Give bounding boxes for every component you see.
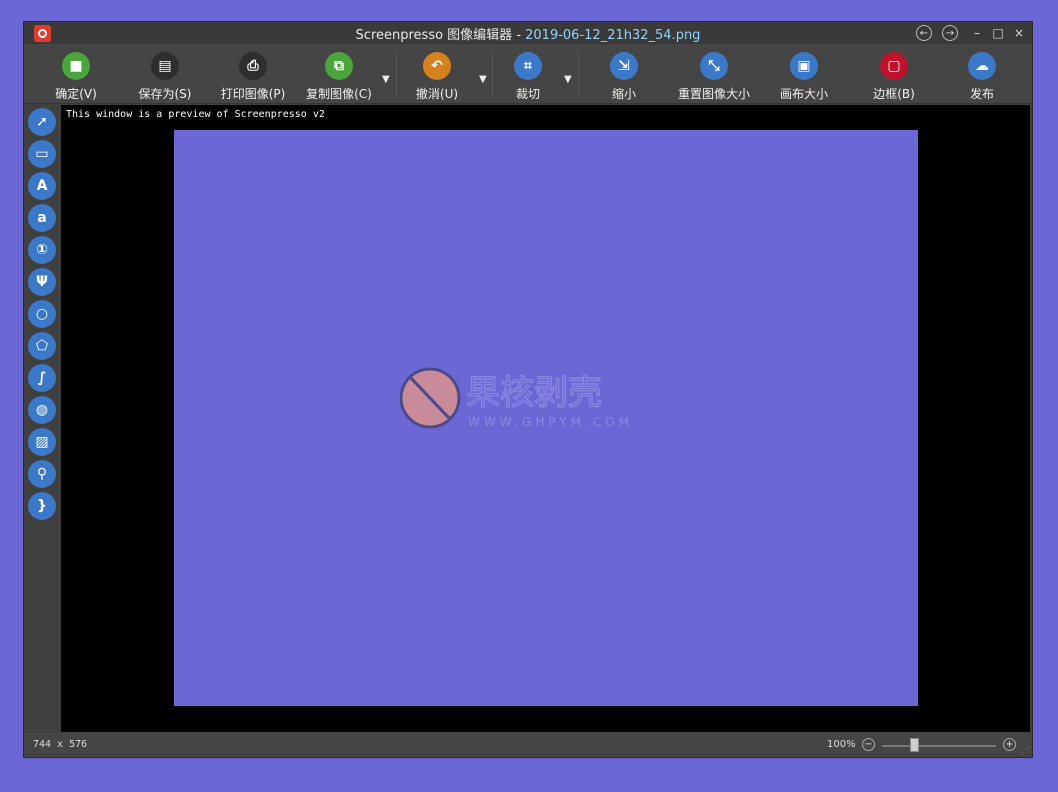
resize-grip-icon[interactable]: ⋰ xyxy=(1022,745,1030,754)
copy-image-button[interactable]: ⧉ 复制图像(C) xyxy=(294,44,384,102)
editor-window: Screenpresso 图像编辑器 - 2019-06-12_21h32_54… xyxy=(23,21,1033,758)
crop-icon: ⌗ xyxy=(514,52,542,80)
border-label: 边框(B) xyxy=(873,87,915,101)
window-title: Screenpresso 图像编辑器 - 2019-06-12_21h32_54… xyxy=(24,24,1032,43)
status-bar: 744 x 576 100% − + ⋰ xyxy=(24,733,1032,757)
confirm-button[interactable]: ■ 确定(V) xyxy=(31,44,121,102)
image-icon[interactable]: ▨ xyxy=(28,428,56,456)
copy-image-label: 复制图像(C) xyxy=(306,87,372,101)
resize-icon: ⤡ xyxy=(700,52,728,80)
magnifier-icon[interactable]: ⚲ xyxy=(28,460,56,488)
image-dimensions: 744 x 576 xyxy=(33,739,88,750)
brace-icon[interactable]: } xyxy=(28,492,56,520)
save-as-label: 保存为(S) xyxy=(138,87,192,101)
crop-dropdown-arrow-icon[interactable]: ▼ xyxy=(564,74,572,85)
canvas-size-label: 画布大小 xyxy=(779,87,828,101)
zoom-in-icon[interactable]: + xyxy=(1003,738,1016,751)
resize-image-label: 重置图像大小 xyxy=(677,87,750,101)
numbering-icon[interactable]: ① xyxy=(28,236,56,264)
edited-image[interactable]: 果核剥壳 WWW.GHPYM.COM xyxy=(174,130,918,706)
close-button[interactable]: × xyxy=(1011,25,1027,41)
shrink-icon: ⇲ xyxy=(610,52,638,80)
shrink-label: 缩小 xyxy=(611,87,636,101)
shrink-button[interactable]: ⇲ 缩小 xyxy=(579,44,669,102)
freehand-icon[interactable]: ∫ xyxy=(28,364,56,392)
watermark-logo-icon: 果核剥壳 WWW.GHPYM.COM xyxy=(400,367,633,429)
blur-icon[interactable]: ◍ xyxy=(28,396,56,424)
publish-button[interactable]: ☁ 发布 xyxy=(937,44,1027,102)
preview-notice: This window is a preview of Screenpresso… xyxy=(66,109,325,120)
print-button[interactable]: ⎙ 打印图像(P) xyxy=(208,44,298,102)
polygon-icon[interactable]: ⬠ xyxy=(28,332,56,360)
publish-label: 发布 xyxy=(969,87,994,101)
watermark-chars: 果核剥壳 xyxy=(466,373,602,413)
crop-button[interactable]: ⌗ 裁切 xyxy=(483,44,573,102)
back-icon[interactable]: ← xyxy=(916,25,932,41)
arrow-icon[interactable]: ➚ xyxy=(28,108,56,136)
confirm-label: 确定(V) xyxy=(55,87,97,101)
maximize-button[interactable]: □ xyxy=(990,25,1006,41)
printer-icon: ⎙ xyxy=(239,52,267,80)
watermark-url: WWW.GHPYM.COM xyxy=(468,415,633,429)
canvas-size-icon: ▣ xyxy=(790,52,818,80)
title-bar[interactable]: Screenpresso 图像编辑器 - 2019-06-12_21h32_54… xyxy=(24,22,1032,44)
save-as-button[interactable]: ▤ 保存为(S) xyxy=(120,44,210,102)
ellipse-icon[interactable]: ○ xyxy=(28,300,56,328)
rectangle-icon[interactable]: ▭ xyxy=(28,140,56,168)
border-icon: ▢ xyxy=(880,52,908,80)
main-toolbar: ■ 确定(V) ▤ 保存为(S) ⎙ 打印图像(P) ⧉ 复制图像(C) ▼ ↶… xyxy=(24,44,1032,104)
crop-label: 裁切 xyxy=(515,87,540,101)
copy-icon: ⧉ xyxy=(325,52,353,80)
minimize-button[interactable]: – xyxy=(969,25,985,41)
save-as-icon: ▤ xyxy=(151,52,179,80)
zoom-slider-thumb[interactable] xyxy=(910,738,919,752)
undo-button[interactable]: ↶ 撤消(U) xyxy=(392,44,482,102)
save-disk-icon: ■ xyxy=(62,52,90,80)
undo-label: 撤消(U) xyxy=(415,87,459,101)
zoom-level: 100% xyxy=(827,739,856,750)
zoom-slider-track[interactable] xyxy=(882,745,996,747)
file-name: 2019-06-12_21h32_54.png xyxy=(525,28,701,43)
text-icon[interactable]: A xyxy=(28,172,56,200)
border-button[interactable]: ▢ 边框(B) xyxy=(849,44,939,102)
resize-image-button[interactable]: ⤡ 重置图像大小 xyxy=(669,44,759,102)
drawing-tools-sidebar: ➚ ▭ A a ① Ψ ○ ⬠ ∫ ◍ ▨ ⚲ } xyxy=(24,104,60,732)
undo-icon: ↶ xyxy=(423,52,451,80)
canvas-size-button[interactable]: ▣ 画布大小 xyxy=(759,44,849,102)
cloud-upload-icon: ☁ xyxy=(968,52,996,80)
app-name: Screenpresso 图像编辑器 - xyxy=(355,28,526,43)
forward-icon[interactable]: → xyxy=(942,25,958,41)
zoom-out-icon[interactable]: − xyxy=(862,738,875,751)
canvas-area[interactable]: This window is a preview of Screenpresso… xyxy=(61,105,1030,732)
copy-dropdown-arrow-icon[interactable]: ▼ xyxy=(382,74,390,85)
print-label: 打印图像(P) xyxy=(220,87,286,101)
label-icon[interactable]: a xyxy=(28,204,56,232)
highlighter-icon[interactable]: Ψ xyxy=(28,268,56,296)
